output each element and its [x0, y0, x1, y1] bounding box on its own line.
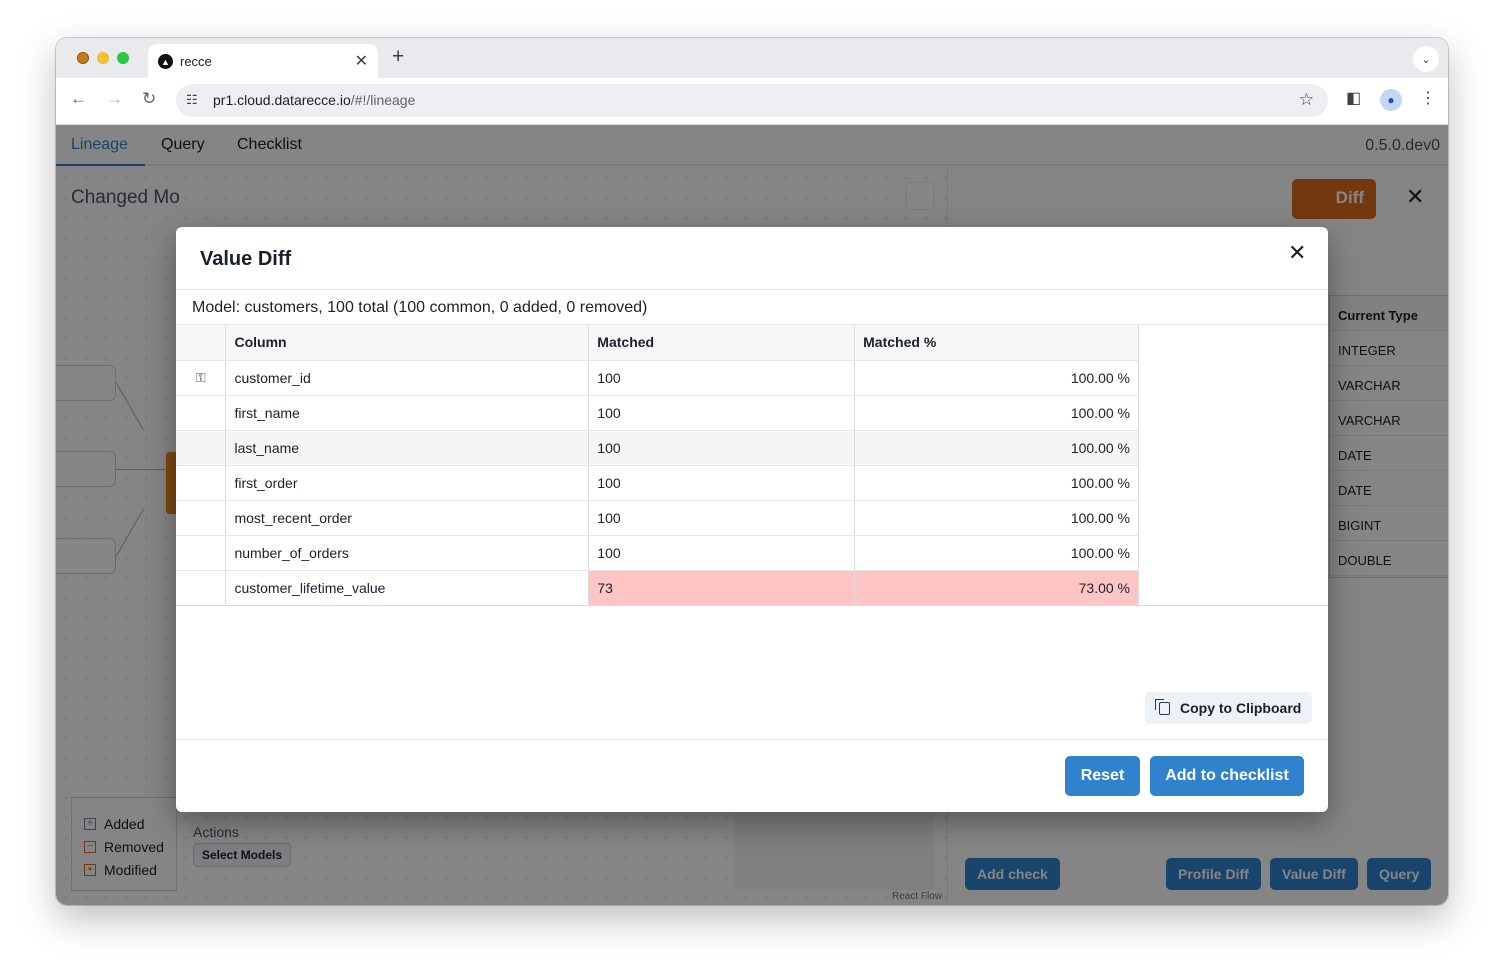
table-row: most_recent_order 100 100.00 % [176, 500, 1139, 536]
browser-toolbar: ← → ↻ ☷ pr1.cloud.datarecce.io/#!/lineag… [56, 78, 1448, 125]
table-row: customer_lifetime_value 73 73.00 % [176, 570, 1139, 606]
grid-header-column[interactable]: Column [225, 325, 590, 361]
window-close-dot[interactable] [77, 52, 89, 64]
matched-cell: 100 [588, 395, 856, 431]
column-name-cell: most_recent_order [225, 500, 590, 536]
side-panel-icon[interactable]: ◧ [1346, 88, 1361, 108]
bookmark-star-icon[interactable]: ☆ [1299, 90, 1314, 110]
matched-cell: 100 [588, 465, 856, 501]
profile-avatar-icon[interactable]: ● [1380, 89, 1402, 111]
recce-app: Lineage Query Checklist 0.5.0.dev0 Chang… [56, 125, 1448, 905]
table-row: last_name 100 100.00 % [176, 430, 1139, 466]
modal-divider [176, 289, 1328, 290]
recce-favicon-icon: ▲ [158, 54, 173, 69]
address-url: pr1.cloud.datarecce.io/#!/lineage [213, 92, 416, 108]
reset-button[interactable]: Reset [1065, 756, 1140, 796]
matched-cell-mismatch: 73 [588, 570, 856, 606]
matched-pct-cell: 100.00 % [854, 395, 1139, 431]
row-key-cell [176, 465, 227, 501]
column-name-cell: first_name [225, 395, 590, 431]
browser-tabstrip: ▲ recce ✕ + ⌄ [56, 38, 1448, 78]
matched-cell: 100 [588, 430, 856, 466]
matched-pct-cell: 100.00 % [854, 430, 1139, 466]
copy-button-label: Copy to Clipboard [1180, 700, 1302, 716]
matched-cell: 100 [588, 500, 856, 536]
footer-divider [176, 739, 1328, 740]
matched-pct-cell-mismatch: 73.00 % [854, 570, 1139, 606]
matched-pct-cell: 100.00 % [854, 360, 1139, 396]
column-name-cell: last_name [225, 430, 590, 466]
column-name-cell: customer_lifetime_value [225, 570, 590, 606]
diff-summary: Model: customers, 100 total (100 common,… [192, 299, 648, 316]
copy-to-clipboard-button[interactable]: Copy to Clipboard [1145, 692, 1312, 724]
row-key-cell [176, 430, 227, 466]
reload-icon[interactable]: ↻ [142, 89, 156, 109]
browser-window: ▲ recce ✕ + ⌄ ← → ↻ ☷ pr1.cloud.datarecc… [56, 38, 1448, 905]
new-tab-icon[interactable]: + [392, 45, 404, 69]
row-key-cell [176, 395, 227, 431]
window-minimize-dot[interactable] [97, 52, 109, 64]
window-maximize-dot[interactable] [117, 52, 129, 64]
table-row: ⚿ customer_id 100 100.00 % [176, 360, 1139, 396]
matched-cell: 100 [588, 535, 856, 571]
column-name-cell: customer_id [225, 360, 590, 396]
tab-search-chevron-icon[interactable]: ⌄ [1413, 46, 1439, 72]
address-bar[interactable]: ☷ pr1.cloud.datarecce.io/#!/lineage ☆ [176, 84, 1328, 117]
column-name-cell: number_of_orders [225, 535, 590, 571]
add-to-checklist-button[interactable]: Add to checklist [1150, 756, 1304, 796]
grid-header-matched[interactable]: Matched [588, 325, 856, 361]
row-key-cell [176, 535, 227, 571]
grid-header-row: Column Matched Matched % [176, 325, 1139, 361]
row-key-cell [176, 570, 227, 606]
table-row: first_order 100 100.00 % [176, 465, 1139, 501]
copy-icon [1155, 698, 1170, 715]
browser-tab[interactable]: ▲ recce ✕ [148, 44, 378, 78]
modal-title: Value Diff [200, 248, 292, 270]
browser-menu-icon[interactable]: ⋮ [1420, 88, 1436, 108]
column-name-cell: first_order [225, 465, 590, 501]
forward-arrow-icon[interactable]: → [106, 89, 123, 109]
table-row: first_name 100 100.00 % [176, 395, 1139, 431]
value-diff-grid: Column Matched Matched % ⚿ customer_id 1… [176, 325, 1139, 606]
grid-header-key [176, 325, 227, 361]
primary-key-icon: ⚿ [176, 360, 227, 396]
modal-close-icon[interactable]: ✕ [1288, 240, 1306, 266]
browser-tab-title: recce [180, 54, 212, 69]
back-arrow-icon[interactable]: ← [70, 89, 87, 109]
matched-cell: 100 [588, 360, 856, 396]
tab-close-icon[interactable]: ✕ [355, 51, 368, 71]
matched-pct-cell: 100.00 % [854, 500, 1139, 536]
matched-pct-cell: 100.00 % [854, 465, 1139, 501]
grid-bottom-border [176, 605, 1328, 606]
grid-header-matched-pct[interactable]: Matched % [854, 325, 1139, 361]
value-diff-modal: Value Diff ✕ Model: customers, 100 total… [176, 227, 1328, 812]
row-key-cell [176, 500, 227, 536]
table-row: number_of_orders 100 100.00 % [176, 535, 1139, 571]
site-settings-icon[interactable]: ☷ [186, 92, 198, 108]
matched-pct-cell: 100.00 % [854, 535, 1139, 571]
